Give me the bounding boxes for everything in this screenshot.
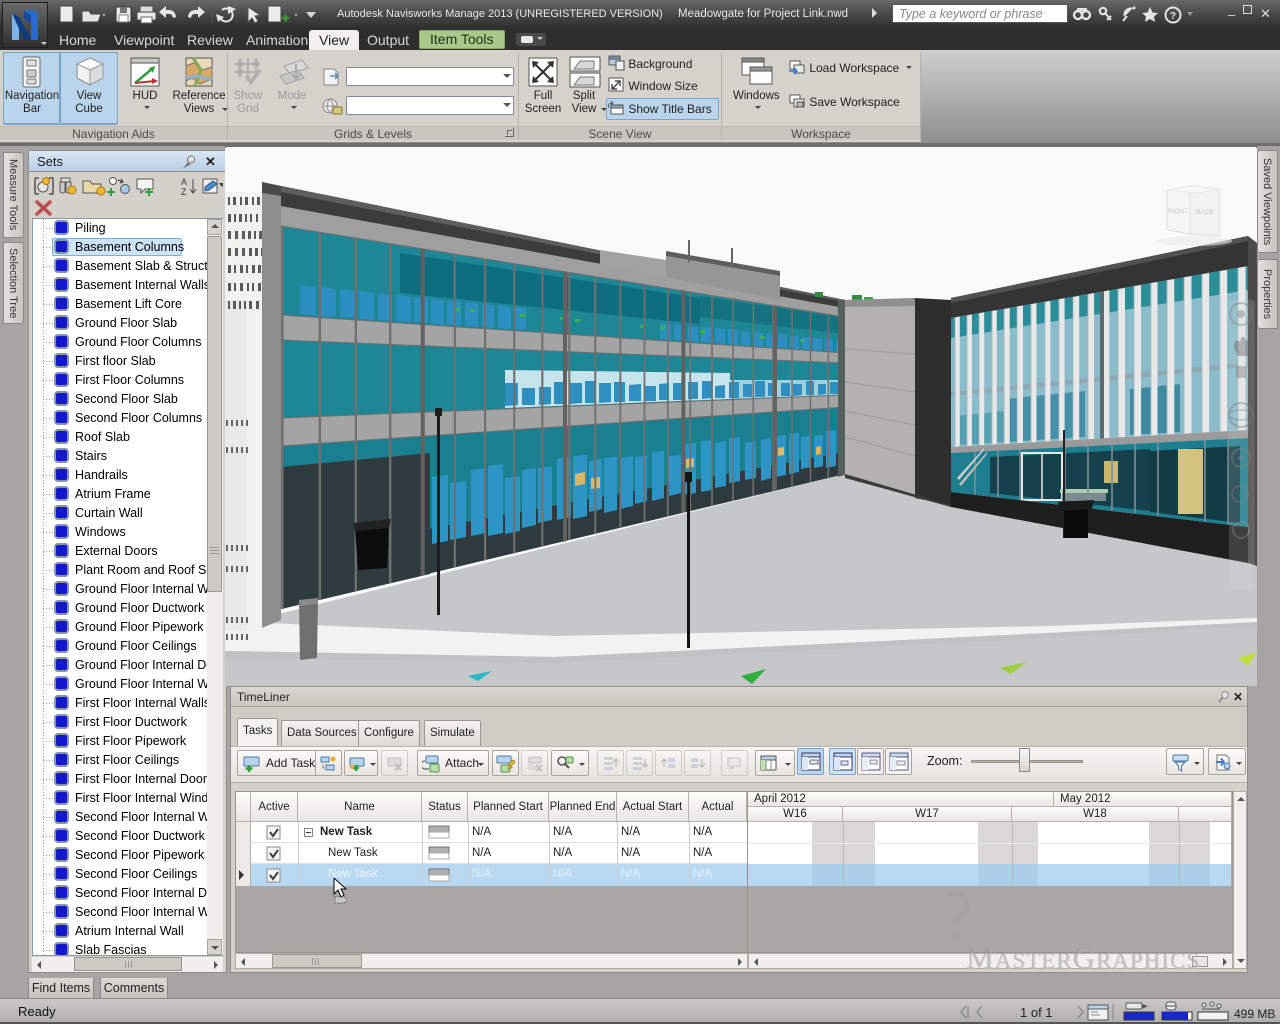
svg-text:RIGHT: RIGHT	[1168, 208, 1188, 215]
svg-text:0x: 0x	[528, 763, 536, 772]
svg-text:BACK: BACK	[1196, 209, 1214, 216]
svg-text:?: ?	[1170, 10, 1176, 22]
svg-text:Z: Z	[181, 187, 187, 197]
svg-text:A: A	[181, 177, 187, 187]
svg-text:1 of 1: 1 of 1	[1020, 1005, 1053, 1020]
svg-text:499 MB: 499 MB	[1234, 1007, 1275, 1021]
